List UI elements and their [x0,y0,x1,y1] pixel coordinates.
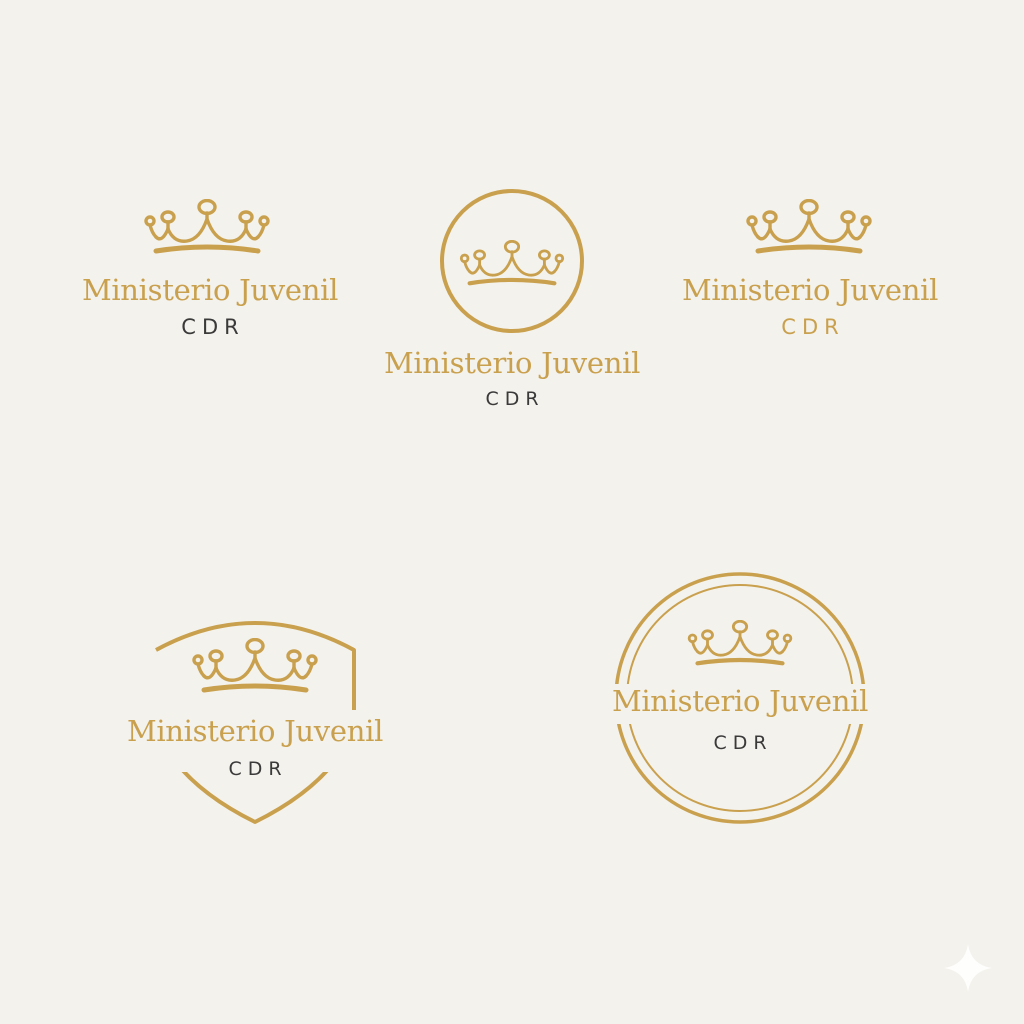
logo-double-ring-seal: Ministerio Juvenil CDR [600,570,880,826]
logo-title: Ministerio Juvenil [681,273,939,307]
crown-icon [685,620,795,670]
logo-title: Ministerio Juvenil [81,273,339,307]
logo-title: Ministerio Juvenil [611,684,869,718]
crown-icon [458,240,566,290]
crown-icon [744,199,874,259]
logo-subtitle: CDR [713,732,773,754]
logo-title: Ministerio Juvenil [126,714,384,748]
logo-plain-left: Ministerio Juvenil CDR [40,195,380,355]
crown-icon [142,199,272,259]
logo-plain-right: Ministerio Juvenil CDR [640,195,980,355]
crown-icon [190,638,320,698]
logo-title: Ministerio Juvenil [383,346,641,380]
logo-subtitle: CDR [181,315,245,339]
logo-subtitle: CDR [228,758,288,780]
logo-subtitle: CDR [485,388,545,410]
sparkle-icon [944,944,992,992]
logo-circle-emblem: Ministerio Juvenil CDR [362,186,662,416]
logo-subtitle: CDR [781,315,845,339]
logo-shield-badge: Ministerio Juvenil CDR [105,610,405,830]
